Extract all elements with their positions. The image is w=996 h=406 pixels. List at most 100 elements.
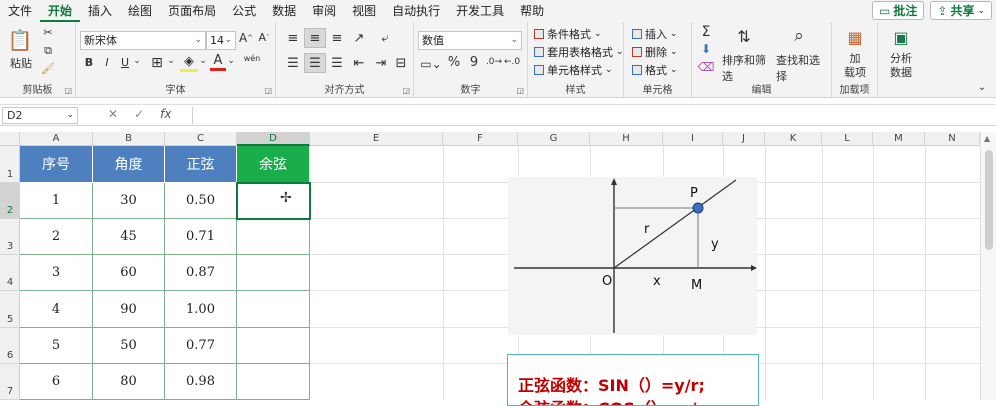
select-all-corner[interactable] [0,132,20,146]
column-header[interactable]: C [165,132,237,146]
table-cell[interactable]: 30 [93,183,165,219]
decrease-decimal-icon[interactable]: ←.0 [504,57,520,67]
row-header[interactable]: 1 [0,146,20,183]
table-cell[interactable]: 1 [20,183,93,219]
cell-styles-button[interactable]: 单元格样式 ⌄ [534,62,613,78]
accounting-format-icon[interactable]: ▭⌄ [420,57,442,71]
align-top-icon[interactable]: ≡ [282,28,304,48]
insert-function-button[interactable]: fx [160,107,171,121]
tab-view[interactable]: 视图 [344,0,384,22]
indent-decrease-icon[interactable]: ⇤ [348,53,370,73]
font-size-select[interactable]: 14 ⌄ [206,31,236,50]
align-middle-icon[interactable]: ≡ [304,28,326,48]
sort-filter-label[interactable]: 排序和筛选 [722,52,772,84]
table-header-cell[interactable]: 角度 [93,146,165,183]
table-cell[interactable] [237,364,310,400]
sort-filter-icon[interactable]: ⇅ [734,24,754,48]
table-cell[interactable]: 0.50 [165,183,237,219]
table-cell[interactable]: 0.98 [165,364,237,400]
dialog-launcher-icon[interactable]: ◲ [264,86,272,95]
column-header[interactable]: I [663,132,723,146]
name-box[interactable]: D2 ⌄ [2,107,78,124]
table-header-cell[interactable]: 余弦 [237,146,310,183]
column-header[interactable]: D [237,132,310,146]
conditional-format-button[interactable]: 条件格式 ⌄ [534,26,602,42]
table-header-cell[interactable]: 序号 [20,146,93,183]
align-center-icon[interactable]: ☰ [304,53,326,73]
formula-note-textbox[interactable]: 正弦函数：SIN（）=y/r; 余弦函数：COS（）=x/r; [507,354,759,406]
tab-automate[interactable]: 自动执行 [384,0,448,22]
comma-style-button[interactable]: 9 [466,55,482,70]
comments-button[interactable]: ▭ 批注 [872,1,925,20]
table-cell[interactable]: 0.87 [165,255,237,291]
increase-decimal-icon[interactable]: .0→ [486,57,502,67]
share-button[interactable]: ⇪ 共享 ⌄ [930,1,992,20]
tab-file[interactable]: 文件 [0,0,40,22]
cancel-icon[interactable]: ✕ [108,107,118,121]
paste-label[interactable]: 粘贴 [6,55,36,71]
column-header[interactable]: F [443,132,518,146]
table-cell[interactable]: 60 [93,255,165,291]
fill-color-icon[interactable]: ◈ [180,54,198,72]
column-header[interactable]: M [873,132,925,146]
search-icon[interactable]: ⌕ [788,24,810,48]
tab-formulas[interactable]: 公式 [224,0,264,22]
table-cell[interactable]: 1.00 [165,291,237,328]
column-header[interactable]: A [20,132,93,146]
scroll-up-icon[interactable]: ▲ [984,134,990,143]
table-cell[interactable]: 0.77 [165,328,237,364]
insert-cells-button[interactable]: 插入 ⌄ [632,26,678,42]
format-as-table-button[interactable]: 套用表格格式 ⌄ [534,44,624,60]
row-header[interactable]: 5 [0,291,20,328]
tab-review[interactable]: 审阅 [304,0,344,22]
fill-icon[interactable]: ⬇ [696,42,716,56]
borders-icon[interactable]: ⊞ [148,55,166,71]
percent-button[interactable]: % [446,55,462,70]
clear-icon[interactable]: ⌫ [696,60,716,74]
chevron-down-icon[interactable]: ⌄ [132,56,142,66]
column-header[interactable]: E [310,132,443,146]
align-right-icon[interactable]: ☰ [326,53,348,73]
table-cell[interactable] [237,291,310,328]
paste-icon[interactable]: 📋 [6,26,34,54]
table-cell[interactable]: 0.71 [165,219,237,255]
table-cell[interactable] [237,328,310,364]
enter-icon[interactable]: ✓ [134,107,144,121]
merge-center-icon[interactable]: ⊟ [390,53,412,73]
orientation-icon[interactable]: ↗ [348,28,370,48]
column-header[interactable]: K [765,132,822,146]
align-bottom-icon[interactable]: ≡ [326,28,348,48]
column-header[interactable]: G [518,132,590,146]
tab-home[interactable]: 开始 [40,0,81,22]
row-header[interactable]: 6 [0,328,20,364]
table-cell[interactable]: 80 [93,364,165,400]
collapse-ribbon-icon[interactable]: ⌄ [976,82,988,93]
row-header[interactable]: 3 [0,219,20,255]
wrap-text-icon[interactable]: ⤶ [374,28,396,48]
delete-cells-button[interactable]: 删除 ⌄ [632,44,678,60]
dialog-launcher-icon[interactable]: ◲ [402,86,410,95]
column-header[interactable]: L [822,132,873,146]
table-cell[interactable]: 45 [93,219,165,255]
row-header[interactable]: 2 [0,183,20,219]
table-cell[interactable]: 50 [93,328,165,364]
active-cell-selection[interactable] [236,182,311,220]
dialog-launcher-icon[interactable]: ◲ [64,86,72,95]
addins-icon[interactable]: ▦ [844,26,866,48]
chevron-down-icon[interactable]: ⌄ [166,56,176,66]
column-header[interactable]: J [723,132,765,146]
analyze-data-label-2[interactable]: 数据 [882,64,920,80]
table-cell[interactable] [237,255,310,291]
bold-button[interactable]: B [82,56,96,69]
table-cell[interactable]: 3 [20,255,93,291]
scrollbar-thumb[interactable] [985,150,993,250]
column-header[interactable]: H [590,132,663,146]
autosum-icon[interactable]: Σ [696,24,716,40]
tab-help[interactable]: 帮助 [512,0,552,22]
vertical-scrollbar[interactable]: ▲ [980,132,996,400]
column-header[interactable]: N [925,132,980,146]
formula-input[interactable] [192,107,992,124]
format-cells-button[interactable]: 格式 ⌄ [632,62,678,78]
underline-button[interactable]: U [118,56,132,69]
addins-label-2[interactable]: 载项 [836,64,874,80]
